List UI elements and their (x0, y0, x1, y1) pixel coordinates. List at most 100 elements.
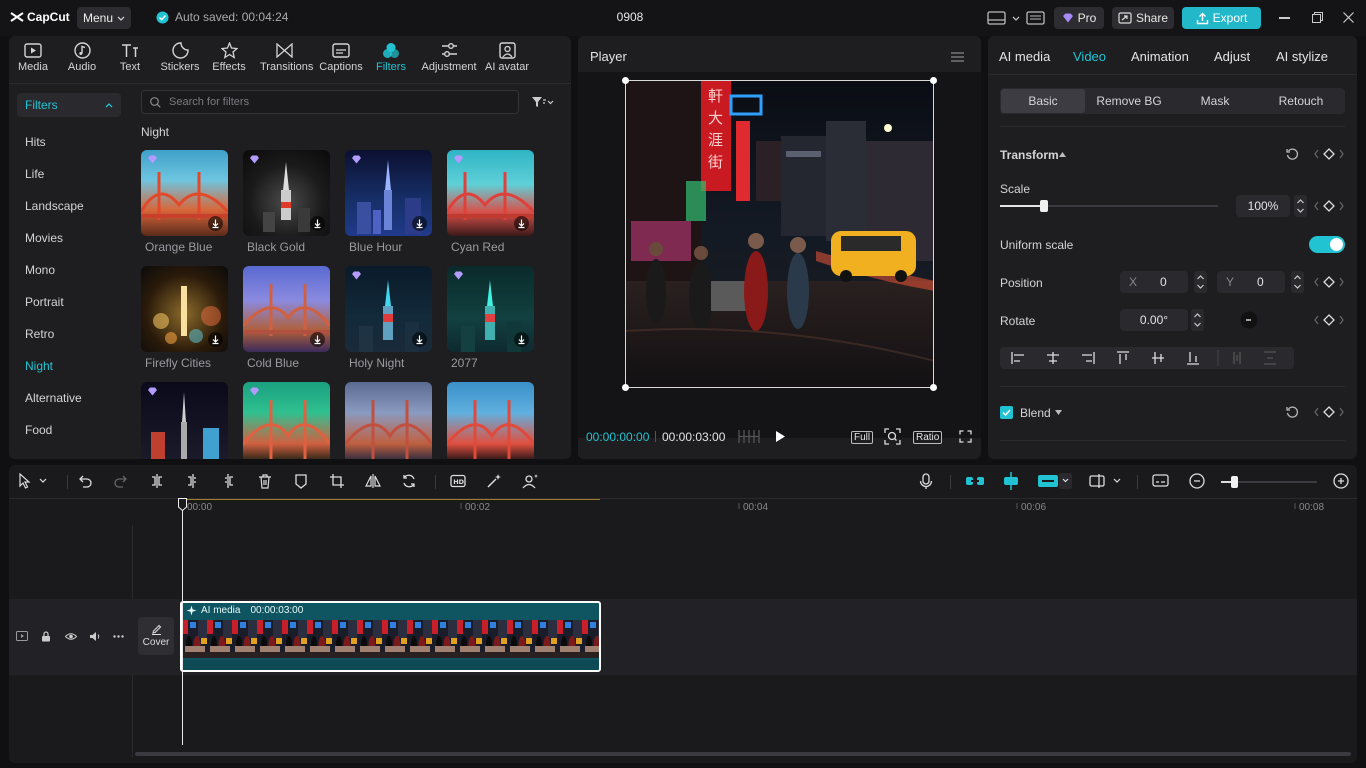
tool-filters[interactable]: Filters (367, 41, 415, 73)
filter-thumb[interactable] (345, 382, 432, 459)
position-x-stepper[interactable] (1194, 271, 1207, 293)
scale-input[interactable]: 100% (1236, 195, 1290, 217)
scale-slider-thumb[interactable] (1040, 200, 1048, 212)
tab-adjust[interactable]: Adjust (1214, 49, 1250, 64)
download-icon[interactable] (208, 332, 223, 347)
category-night[interactable]: Night (25, 359, 53, 373)
filter-orange-blue-thumb[interactable] (141, 150, 228, 236)
video-clip[interactable]: AI media 00:00:03:00 (180, 601, 601, 672)
resize-handle[interactable] (622, 77, 629, 84)
align-center-h-icon[interactable] (1035, 347, 1065, 369)
redo-icon[interactable] (113, 473, 129, 489)
category-life[interactable]: Life (25, 167, 44, 181)
playhead[interactable] (182, 498, 183, 745)
player-menu-icon[interactable] (951, 52, 964, 62)
tab-ai-stylize[interactable]: AI stylize (1276, 49, 1328, 64)
magic-wand-icon[interactable] (486, 473, 502, 489)
align-bottom-icon[interactable] (1175, 347, 1205, 369)
filter-blue-hour-thumb[interactable] (345, 150, 432, 236)
microphone-icon[interactable] (919, 473, 933, 490)
lock-icon[interactable] (41, 631, 51, 642)
full-button[interactable]: Full (851, 431, 874, 444)
filter-holy-night-thumb[interactable] (345, 266, 432, 352)
link-dropdown-icon[interactable] (1037, 472, 1073, 490)
position-y-input[interactable]: Y 0 (1217, 271, 1285, 293)
download-icon[interactable] (310, 216, 325, 231)
download-icon[interactable] (514, 332, 529, 347)
tool-captions[interactable]: Captions (317, 41, 365, 73)
eye-icon[interactable] (65, 632, 77, 641)
zoom-fit-icon[interactable] (884, 428, 901, 445)
pro-button[interactable]: Pro (1054, 7, 1104, 29)
video-preview[interactable]: 軒 大 涯 街 (625, 80, 934, 388)
filter-firefly-cities-thumb[interactable] (141, 266, 228, 352)
share-button[interactable]: Share (1112, 7, 1174, 29)
uniform-scale-toggle[interactable] (1309, 236, 1345, 253)
menu-button[interactable]: Menu (77, 7, 131, 29)
playhead-handle[interactable] (178, 498, 187, 511)
position-x-input[interactable]: X 0 (1120, 271, 1188, 293)
category-landscape[interactable]: Landscape (25, 199, 84, 213)
category-alternative[interactable]: Alternative (25, 391, 82, 405)
category-portrait[interactable]: Portrait (25, 295, 64, 309)
ratio-button[interactable]: Ratio (913, 431, 943, 444)
delete-icon[interactable] (257, 473, 273, 489)
filter-cold-blue-thumb[interactable] (243, 266, 330, 352)
keyboard-icon[interactable] (1026, 10, 1045, 26)
select-tool-icon[interactable] (18, 473, 52, 489)
align-top-icon[interactable] (1105, 347, 1135, 369)
hd-icon[interactable]: HD (450, 473, 466, 489)
scale-stepper[interactable] (1294, 195, 1307, 217)
cover-button[interactable]: Cover (138, 617, 174, 655)
marker-icon[interactable] (293, 473, 309, 489)
resize-handle[interactable] (930, 77, 937, 84)
track-video-icon[interactable] (16, 631, 28, 641)
rotate-icon[interactable] (401, 473, 417, 489)
tab-ai-media[interactable]: AI media (999, 49, 1050, 64)
magnet-link-icon[interactable] (965, 475, 985, 487)
resize-handle[interactable] (930, 384, 937, 391)
filter-sort-icon[interactable] (531, 96, 555, 108)
subtitle-screen-icon[interactable] (1152, 473, 1169, 489)
filter-thumb[interactable] (243, 382, 330, 459)
keyframe-icon[interactable] (1314, 276, 1344, 288)
subtab-remove-bg[interactable]: Remove BG (1086, 88, 1172, 114)
tool-adjustment[interactable]: Adjustment (418, 41, 480, 73)
split-right-icon[interactable] (220, 473, 236, 489)
blend-checkbox[interactable] (1000, 406, 1013, 419)
filter-thumb[interactable] (141, 382, 228, 459)
play-icon[interactable] (775, 430, 786, 443)
reset-icon[interactable] (1286, 406, 1299, 419)
speaker-icon[interactable] (89, 631, 101, 642)
fullscreen-icon[interactable] (959, 430, 972, 443)
caret-up-icon[interactable] (1059, 152, 1066, 157)
filter-black-gold-thumb[interactable] (243, 150, 330, 236)
rotate-dial-icon[interactable] (1240, 311, 1258, 329)
category-movies[interactable]: Movies (25, 231, 63, 245)
position-y-stepper[interactable] (1291, 271, 1304, 293)
timeline-grid-icon[interactable] (738, 429, 760, 444)
subtab-retouch[interactable]: Retouch (1258, 88, 1344, 114)
keyframe-icon[interactable] (1314, 314, 1344, 326)
category-hits[interactable]: Hits (25, 135, 46, 149)
filter-thumb[interactable] (447, 382, 534, 459)
filters-header[interactable]: Filters (17, 93, 121, 117)
undo-icon[interactable] (77, 473, 93, 489)
crop-icon[interactable] (329, 473, 345, 489)
category-retro[interactable]: Retro (25, 327, 54, 341)
more-icon[interactable] (113, 635, 124, 638)
tab-video[interactable]: Video (1073, 49, 1106, 64)
caret-down-icon[interactable] (1055, 410, 1062, 415)
export-button[interactable]: Export (1182, 7, 1261, 29)
download-icon[interactable] (514, 216, 529, 231)
filter-cyan-red-thumb[interactable] (447, 150, 534, 236)
close-icon[interactable] (1343, 12, 1354, 23)
tool-stickers[interactable]: Stickers (156, 41, 204, 73)
tool-media[interactable]: Media (9, 41, 57, 73)
resize-handle[interactable] (622, 384, 629, 391)
split-icon[interactable] (149, 473, 165, 489)
tool-text[interactable]: Text (106, 41, 154, 73)
subtab-mask[interactable]: Mask (1172, 88, 1258, 114)
tool-ai-avatar[interactable]: AI avatar (480, 41, 534, 73)
search-input[interactable]: Search for filters (141, 90, 519, 114)
